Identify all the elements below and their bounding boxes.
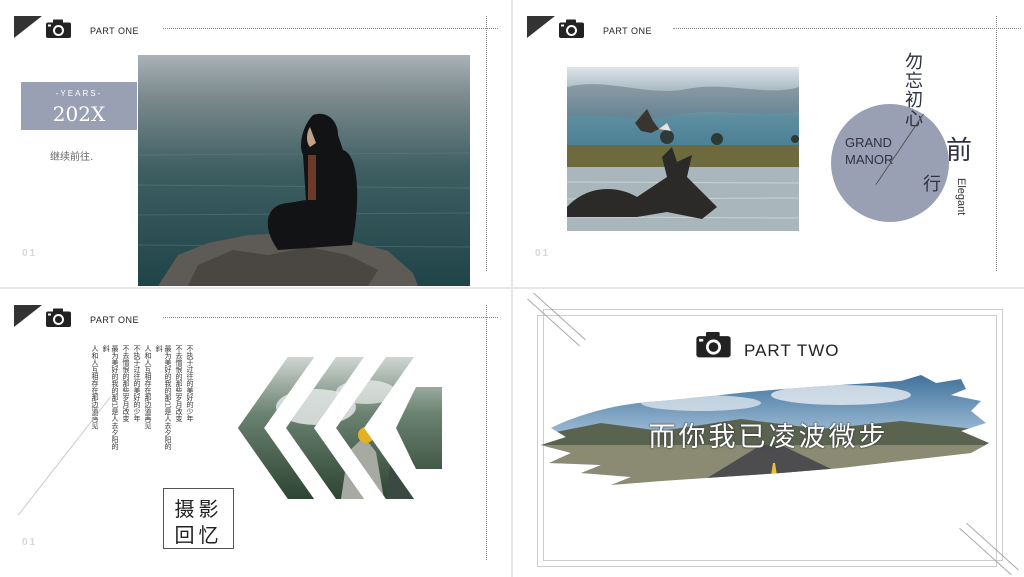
corner-triangle <box>527 16 555 38</box>
corner-triangle <box>14 16 42 38</box>
camera-icon <box>46 308 71 327</box>
slide-1[interactable]: PART ONE -YEARS- 202X 继续前往. 01 <box>0 0 511 287</box>
years-label: -YEARS- <box>55 89 103 98</box>
dotted-vertical-divider <box>486 305 487 560</box>
photo-driftwood-lake <box>567 67 799 231</box>
box-line-2: 回忆 <box>174 523 223 547</box>
page-number: 01 <box>22 248 38 259</box>
poem-line: 不去憎恨的那些岁月改变 <box>175 345 183 422</box>
poem-line: 人和人互相存在那边道再见 <box>91 345 99 429</box>
memory-box: 摄影 回忆 <box>163 488 234 549</box>
dotted-divider <box>673 28 1021 29</box>
poem-block: 不执于过往的美好的少年 不去憎恨的那些岁月改变 最为美好的我的那已是人去夕阳的斜… <box>90 345 194 455</box>
camera-icon <box>696 331 731 358</box>
poem-line: 不执于过往的美好的少年 <box>133 345 141 422</box>
photo-man-by-sea <box>138 55 470 286</box>
part-label: PART ONE <box>90 315 140 325</box>
poem-line: 最为美好的我的那已是人去夕阳的斜 <box>102 345 119 450</box>
poem-line: 不执于过往的美好的少年 <box>186 345 194 422</box>
corner-triangle <box>14 305 42 327</box>
chevron-photo-collage <box>238 357 442 499</box>
subtitle: 继续前往. <box>50 152 94 163</box>
year-block: -YEARS- 202X <box>21 82 137 130</box>
page-number: 01 <box>535 248 551 259</box>
camera-icon <box>559 19 584 38</box>
part-two-label: PART TWO <box>744 341 840 360</box>
slide-2[interactable]: PART ONE GRAND MANOR 勿忘初心 前 行 Elegant 01 <box>513 0 1024 287</box>
char-qian: 前 <box>946 136 973 166</box>
part-label: PART ONE <box>90 26 140 36</box>
brush-title: 而你我已凌波微步 <box>648 422 889 453</box>
elegant-text: Elegant <box>955 178 967 216</box>
grand-manor-text: GRAND MANOR <box>845 135 894 167</box>
slide-4[interactable]: PART TWO 而你我已凌波微步 <box>513 289 1024 577</box>
camera-icon <box>46 19 71 38</box>
dotted-vertical-divider <box>486 16 487 271</box>
dotted-divider <box>163 28 498 29</box>
box-line-1: 摄影 <box>174 497 223 521</box>
poem-line: 人和人互相存在那边道再见 <box>144 345 152 429</box>
dotted-divider <box>163 317 498 318</box>
year-value: 202X <box>52 102 106 126</box>
part-label: PART ONE <box>603 26 653 36</box>
dotted-vertical-divider <box>996 16 997 271</box>
slide-3[interactable]: PART ONE 不执于过往的美好的少年 不去憎恨的那些岁月改变 最为美好的我的… <box>0 289 511 577</box>
char-xing: 行 <box>923 174 941 195</box>
diagonal-line <box>17 396 111 516</box>
poem-line: 最为美好的我的那已是人去夕阳的斜 <box>155 345 172 450</box>
poem-line: 不去憎恨的那些岁月改变 <box>122 345 130 422</box>
page-number: 01 <box>22 537 38 548</box>
